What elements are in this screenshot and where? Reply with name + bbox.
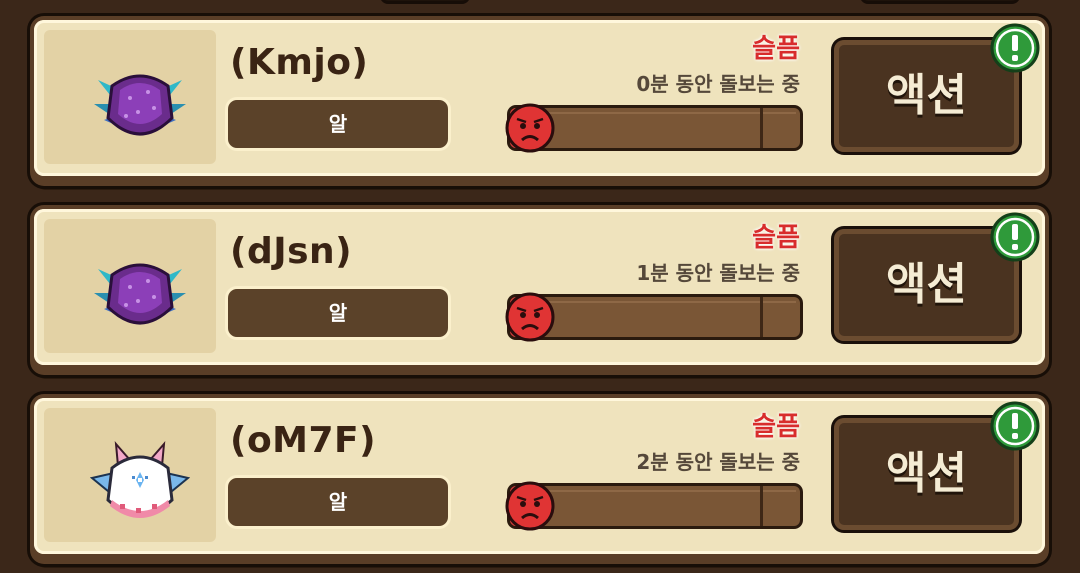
- card-shadow: [36, 554, 1043, 568]
- progress-tick: [760, 297, 763, 337]
- exclamation-alert-icon: [990, 212, 1040, 262]
- progress-tick: [760, 108, 763, 148]
- previous-card-edge: [380, 0, 470, 4]
- mood-label: 슬픔: [752, 412, 800, 442]
- progress-tick: [760, 486, 763, 526]
- exclamation-alert-icon: [990, 401, 1040, 451]
- pet-stage-badge: 알: [228, 289, 448, 337]
- pet-card: (dJsn) 알 슬픔 1분 동안 돌보는 중 액션: [30, 205, 1049, 379]
- purple-egg-creature-icon: [94, 74, 186, 136]
- sad-face-icon: [505, 103, 555, 153]
- care-status-text: 0분 동안 돌보는 중: [636, 72, 800, 96]
- pet-stage-badge: 알: [228, 100, 448, 148]
- pet-stage-badge: 알: [228, 478, 448, 526]
- exclamation-alert-icon: [990, 23, 1040, 73]
- mood-label: 슬픔: [752, 223, 800, 253]
- white-egg-creature-icon: [90, 441, 190, 518]
- progress-track-highlight: [514, 301, 796, 333]
- sad-face-icon: [505, 481, 555, 531]
- pet-card-panel: (dJsn) 알 슬픔 1분 동안 돌보는 중 액션: [34, 209, 1045, 365]
- pet-portrait-frame: [44, 30, 216, 164]
- care-status-text: 1분 동안 돌보는 중: [636, 261, 800, 285]
- previous-action-edge: [860, 0, 1020, 4]
- progress-track-highlight: [514, 490, 796, 522]
- care-status-text: 2분 동안 돌보는 중: [636, 450, 800, 474]
- progress-track-highlight: [514, 112, 796, 144]
- purple-egg-creature-icon: [94, 263, 186, 325]
- mood-label: 슬픔: [752, 34, 800, 64]
- pet-name: (dJsn): [230, 231, 353, 272]
- pet-name: (oM7F): [230, 420, 377, 461]
- pet-portrait-frame: [44, 219, 216, 353]
- card-shadow: [36, 365, 1043, 379]
- pet-portrait-frame: [44, 408, 216, 542]
- card-shadow: [36, 176, 1043, 190]
- pet-name: (Kmjo): [230, 42, 369, 83]
- pet-card-panel: (oM7F) 알 슬픔 2분 동안 돌보는 중 액션: [34, 398, 1045, 554]
- pet-card: (Kmjo) 알 슬픔 0분 동안 돌보는 중 액션: [30, 16, 1049, 190]
- sad-face-icon: [505, 292, 555, 342]
- pet-card-panel: (Kmjo) 알 슬픔 0분 동안 돌보는 중 액션: [34, 20, 1045, 176]
- pet-card: (oM7F) 알 슬픔 2분 동안 돌보는 중 액션: [30, 394, 1049, 568]
